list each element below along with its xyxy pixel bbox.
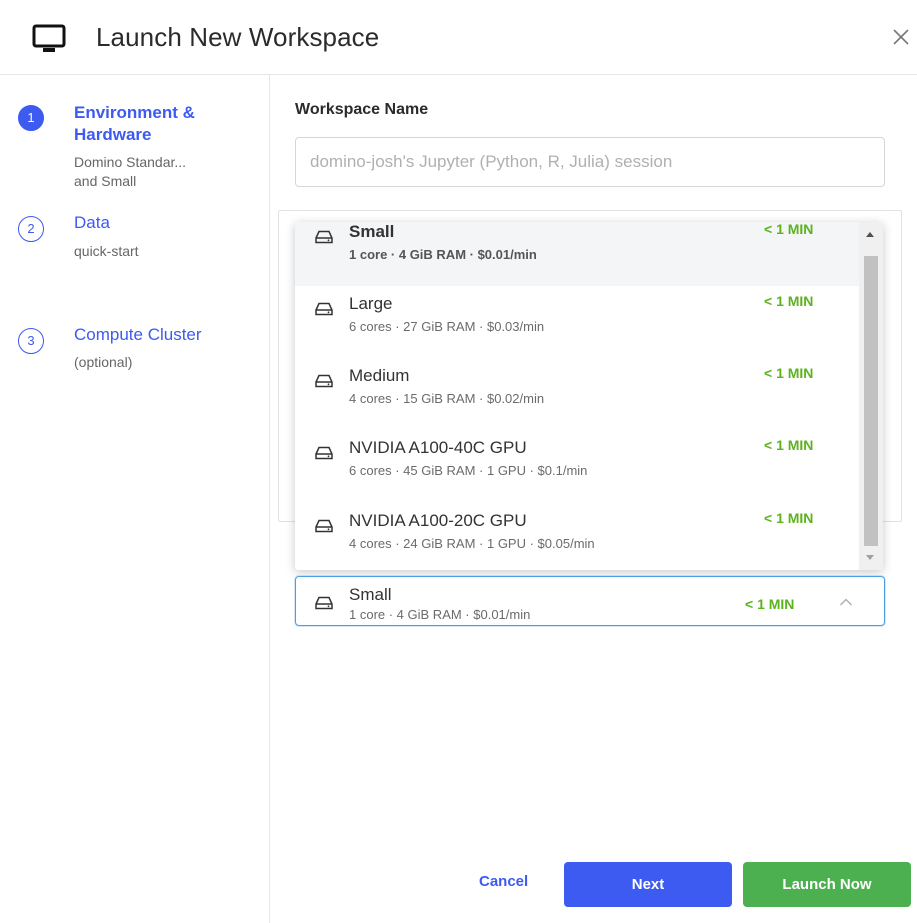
hardware-tier-select[interactable]: Small 1 core · 4 GiB RAM · $0.01/min < 1… bbox=[295, 576, 885, 626]
dialog-header: Launch New Workspace bbox=[0, 0, 917, 75]
hard-drive-icon bbox=[315, 302, 333, 316]
selected-hardware-time: < 1 MIN bbox=[745, 596, 795, 612]
dialog-title: Launch New Workspace bbox=[96, 22, 380, 52]
hardware-option-name: Medium bbox=[349, 366, 410, 385]
close-icon[interactable] bbox=[890, 26, 912, 48]
step-number: 2 bbox=[18, 216, 44, 242]
hard-drive-icon bbox=[315, 596, 333, 610]
step-title: Hardware bbox=[74, 125, 152, 144]
scroll-thumb[interactable] bbox=[864, 256, 878, 546]
step-title: Data bbox=[74, 213, 110, 232]
hardware-option-time: < 1 MIN bbox=[764, 293, 814, 309]
step-subtitle: Domino Standar... bbox=[74, 154, 187, 170]
hardware-option-a100-40c[interactable]: NVIDIA A100-40C GPU 6 cores · 45 GiB RAM… bbox=[295, 430, 859, 502]
hardware-dropdown-list: Small 1 core · 4 GiB RAM · $0.01/min < 1… bbox=[295, 222, 883, 570]
step-subtitle: and Small bbox=[74, 173, 137, 189]
hardware-option-name: NVIDIA A100-40C GPU bbox=[349, 438, 527, 457]
hardware-option-spec: 4 cores · 24 GiB RAM · 1 GPU · $0.05/min bbox=[349, 536, 595, 551]
hardware-option-name: Large bbox=[349, 294, 393, 313]
hard-drive-icon bbox=[315, 446, 333, 460]
next-button[interactable]: Next bbox=[564, 862, 732, 907]
hardware-option-spec: 1 core · 4 GiB RAM · $0.01/min bbox=[349, 247, 537, 262]
workspace-name-input[interactable] bbox=[295, 137, 885, 187]
step-title: Compute Cluster bbox=[74, 325, 202, 344]
hardware-option-name: NVIDIA A100-20C GPU bbox=[349, 511, 527, 530]
scroll-up-arrow-icon[interactable] bbox=[866, 232, 874, 237]
step-number: 3 bbox=[18, 328, 44, 354]
step-sidebar: 1 Environment & Hardware Domino Standar.… bbox=[0, 75, 270, 923]
monitor-icon bbox=[32, 24, 66, 52]
hardware-option-a100-20c[interactable]: NVIDIA A100-20C GPU 4 cores · 24 GiB RAM… bbox=[295, 503, 859, 570]
step-subtitle: (optional) bbox=[74, 354, 133, 370]
hardware-option-large[interactable]: Large 6 cores · 27 GiB RAM · $0.03/min <… bbox=[295, 286, 859, 358]
hardware-option-spec: 6 cores · 45 GiB RAM · 1 GPU · $0.1/min bbox=[349, 463, 588, 478]
hard-drive-icon bbox=[315, 519, 333, 533]
chevron-up-icon[interactable] bbox=[839, 597, 853, 607]
step-title: Environment & bbox=[74, 103, 195, 122]
hardware-option-time: < 1 MIN bbox=[764, 510, 814, 526]
hardware-option-small[interactable]: Small 1 core · 4 GiB RAM · $0.01/min < 1… bbox=[295, 222, 859, 286]
hardware-option-name: Small bbox=[349, 222, 395, 241]
hardware-option-time: < 1 MIN bbox=[764, 365, 814, 381]
selected-hardware-spec: 1 core · 4 GiB RAM · $0.01/min bbox=[349, 607, 531, 622]
dropdown-scrollbar[interactable] bbox=[859, 222, 883, 570]
hardware-option-time: < 1 MIN bbox=[764, 437, 814, 453]
hardware-option-medium[interactable]: Medium 4 cores · 15 GiB RAM · $0.02/min … bbox=[295, 358, 859, 430]
hard-drive-icon bbox=[315, 230, 333, 244]
step-subtitle: quick-start bbox=[74, 243, 139, 259]
main-panel: Workspace Name Small 1 core · 4 GiB RAM … bbox=[270, 75, 917, 923]
launch-now-button[interactable]: Launch Now bbox=[743, 862, 911, 907]
hardware-option-spec: 6 cores · 27 GiB RAM · $0.03/min bbox=[349, 319, 545, 334]
step-number: 1 bbox=[18, 105, 44, 131]
workspace-name-label: Workspace Name bbox=[295, 101, 429, 118]
scroll-down-arrow-icon[interactable] bbox=[866, 555, 874, 560]
cancel-button[interactable]: Cancel bbox=[479, 873, 528, 890]
hardware-option-spec: 4 cores · 15 GiB RAM · $0.02/min bbox=[349, 391, 545, 406]
hardware-option-time: < 1 MIN bbox=[764, 222, 814, 237]
selected-hardware-name: Small bbox=[349, 585, 392, 604]
hard-drive-icon bbox=[315, 374, 333, 388]
